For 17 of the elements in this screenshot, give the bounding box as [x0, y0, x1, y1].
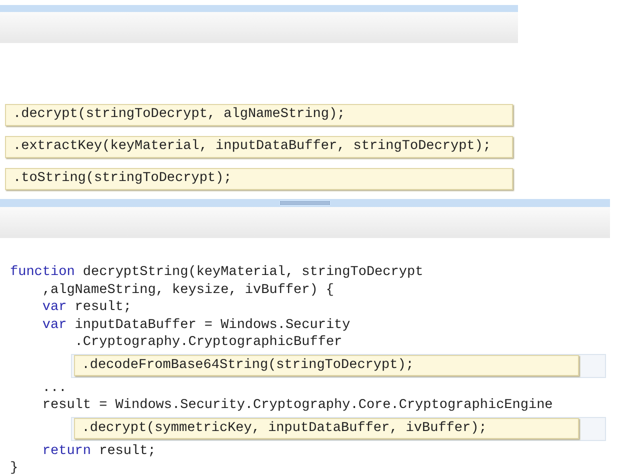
code-line: return result; [41, 442, 157, 460]
grip-icon[interactable] [280, 201, 330, 205]
code-line: function decryptString(keyMaterial, stringToDecrypt [10, 264, 424, 282]
answer-choice[interactable]: .extractKey(keyMaterial, inputDataBuffer, stringToDecrypt); [5, 136, 513, 158]
code-line: var result; [41, 299, 133, 316]
answer-choice[interactable]: .decrypt(stringToDecrypt, algNameString); [5, 104, 513, 126]
answer-choice[interactable]: .toString(stringToDecrypt); [5, 168, 513, 190]
code-line: result = Windows.Security.Cryptography.Core.CryptographicEngine [41, 397, 554, 414]
code-line: .Cryptography.CryptographicBuffer [74, 334, 344, 352]
code-line: ,algNameString, keysize, ivBuffer) { [41, 282, 336, 299]
drop-target[interactable]: .decrypt(symmetricKey, inputDataBuffer, ivBuffer); [70, 416, 606, 440]
code-line: } [10, 460, 20, 475]
drop-target[interactable]: .decodeFromBase64String(stringToDecrypt); [70, 354, 606, 378]
code-line: var inputDataBuffer = Windows.Security [41, 316, 352, 334]
answer-choice[interactable]: .decrypt(symmetricKey, inputDataBuffer, ivBuffer); [74, 418, 579, 439]
answer-choice[interactable]: .decodeFromBase64String(stringToDecrypt); [74, 355, 579, 376]
code-line: ... [41, 380, 68, 397]
